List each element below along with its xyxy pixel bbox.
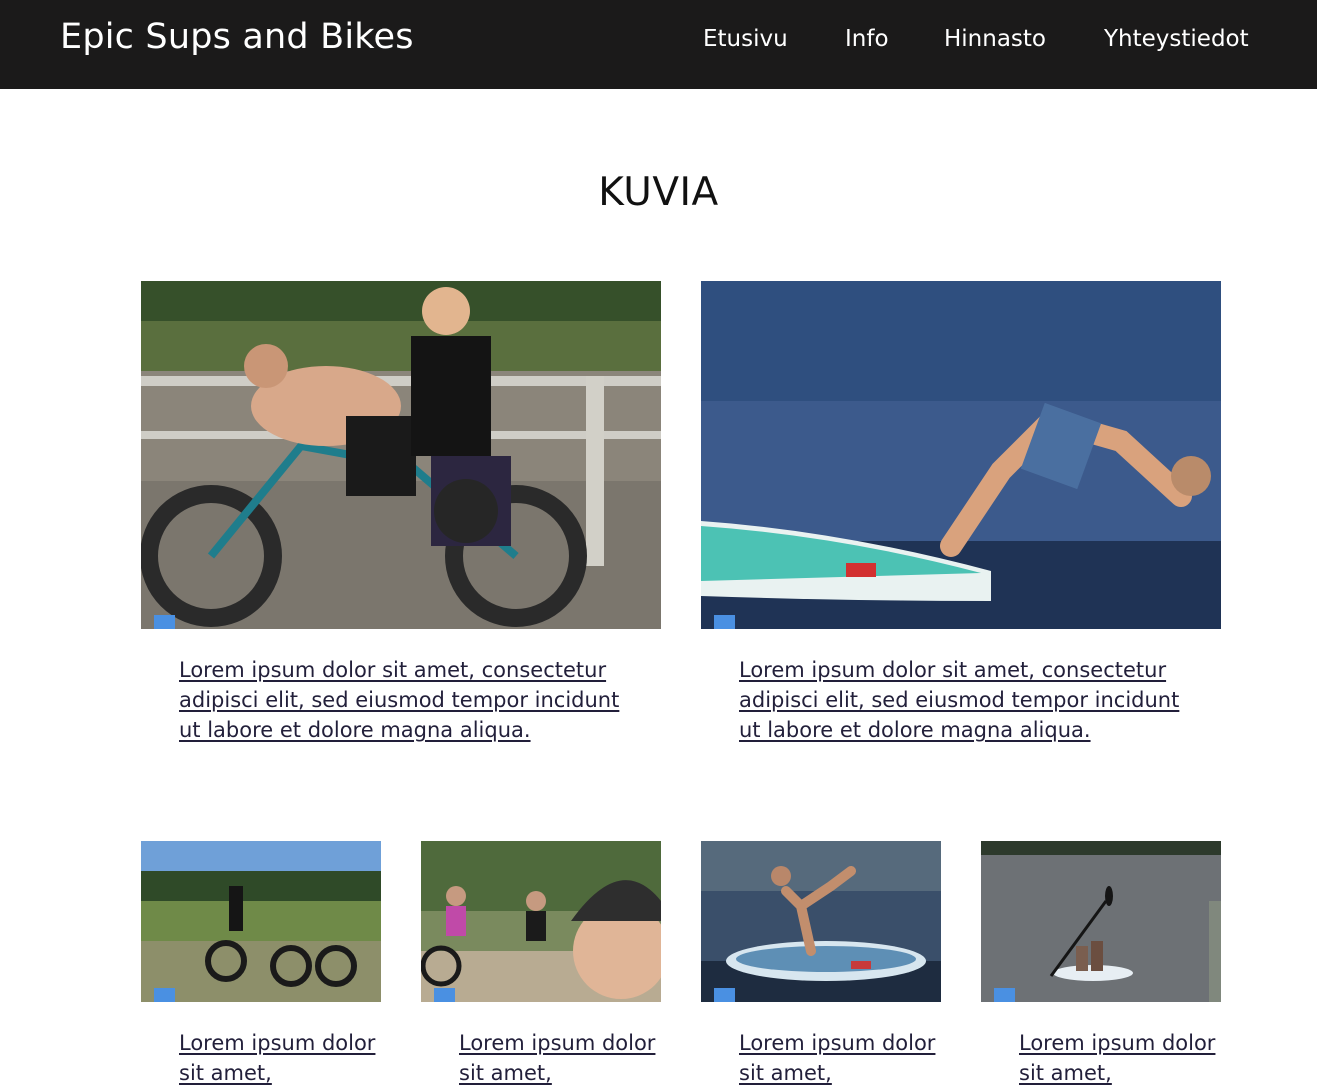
main-nav: Etusivu Info Hinnasto Yhteystiedot bbox=[0, 26, 1317, 56]
caption-link-small-1[interactable]: Lorem ipsum dolor sit amet, bbox=[179, 1028, 379, 1088]
nav-info[interactable]: Info bbox=[845, 26, 889, 52]
photo-sup-dive[interactable] bbox=[701, 281, 1221, 629]
nav-etusivu[interactable]: Etusivu bbox=[703, 26, 788, 52]
image-marker bbox=[994, 988, 1015, 1002]
photo-sup-paddle[interactable] bbox=[981, 841, 1221, 1002]
photo-bikes-meadow[interactable] bbox=[141, 841, 381, 1002]
image-marker bbox=[714, 988, 735, 1002]
caption-link-small-3[interactable]: Lorem ipsum dolor sit amet, bbox=[739, 1028, 939, 1088]
page-title: KUVIA bbox=[598, 170, 719, 215]
image-marker bbox=[154, 988, 175, 1002]
caption-link-small-2[interactable]: Lorem ipsum dolor sit amet, bbox=[459, 1028, 659, 1088]
photo-sup-dance[interactable] bbox=[701, 841, 941, 1002]
nav-hinnasto[interactable]: Hinnasto bbox=[944, 26, 1046, 52]
image-marker bbox=[154, 615, 175, 629]
image-marker bbox=[434, 988, 455, 1002]
caption-link-large-1[interactable]: Lorem ipsum dolor sit amet, consectetur … bbox=[179, 655, 639, 745]
site-header: Epic Sups and Bikes Etusivu Info Hinnast… bbox=[0, 0, 1317, 89]
caption-link-small-4[interactable]: Lorem ipsum dolor sit amet, bbox=[1019, 1028, 1219, 1088]
nav-yhteystiedot[interactable]: Yhteystiedot bbox=[1104, 26, 1249, 52]
photo-group-selfie[interactable] bbox=[421, 841, 661, 1002]
image-marker bbox=[714, 615, 735, 629]
photo-fatbike-bridge[interactable] bbox=[141, 281, 661, 629]
caption-link-large-2[interactable]: Lorem ipsum dolor sit amet, consectetur … bbox=[739, 655, 1199, 745]
